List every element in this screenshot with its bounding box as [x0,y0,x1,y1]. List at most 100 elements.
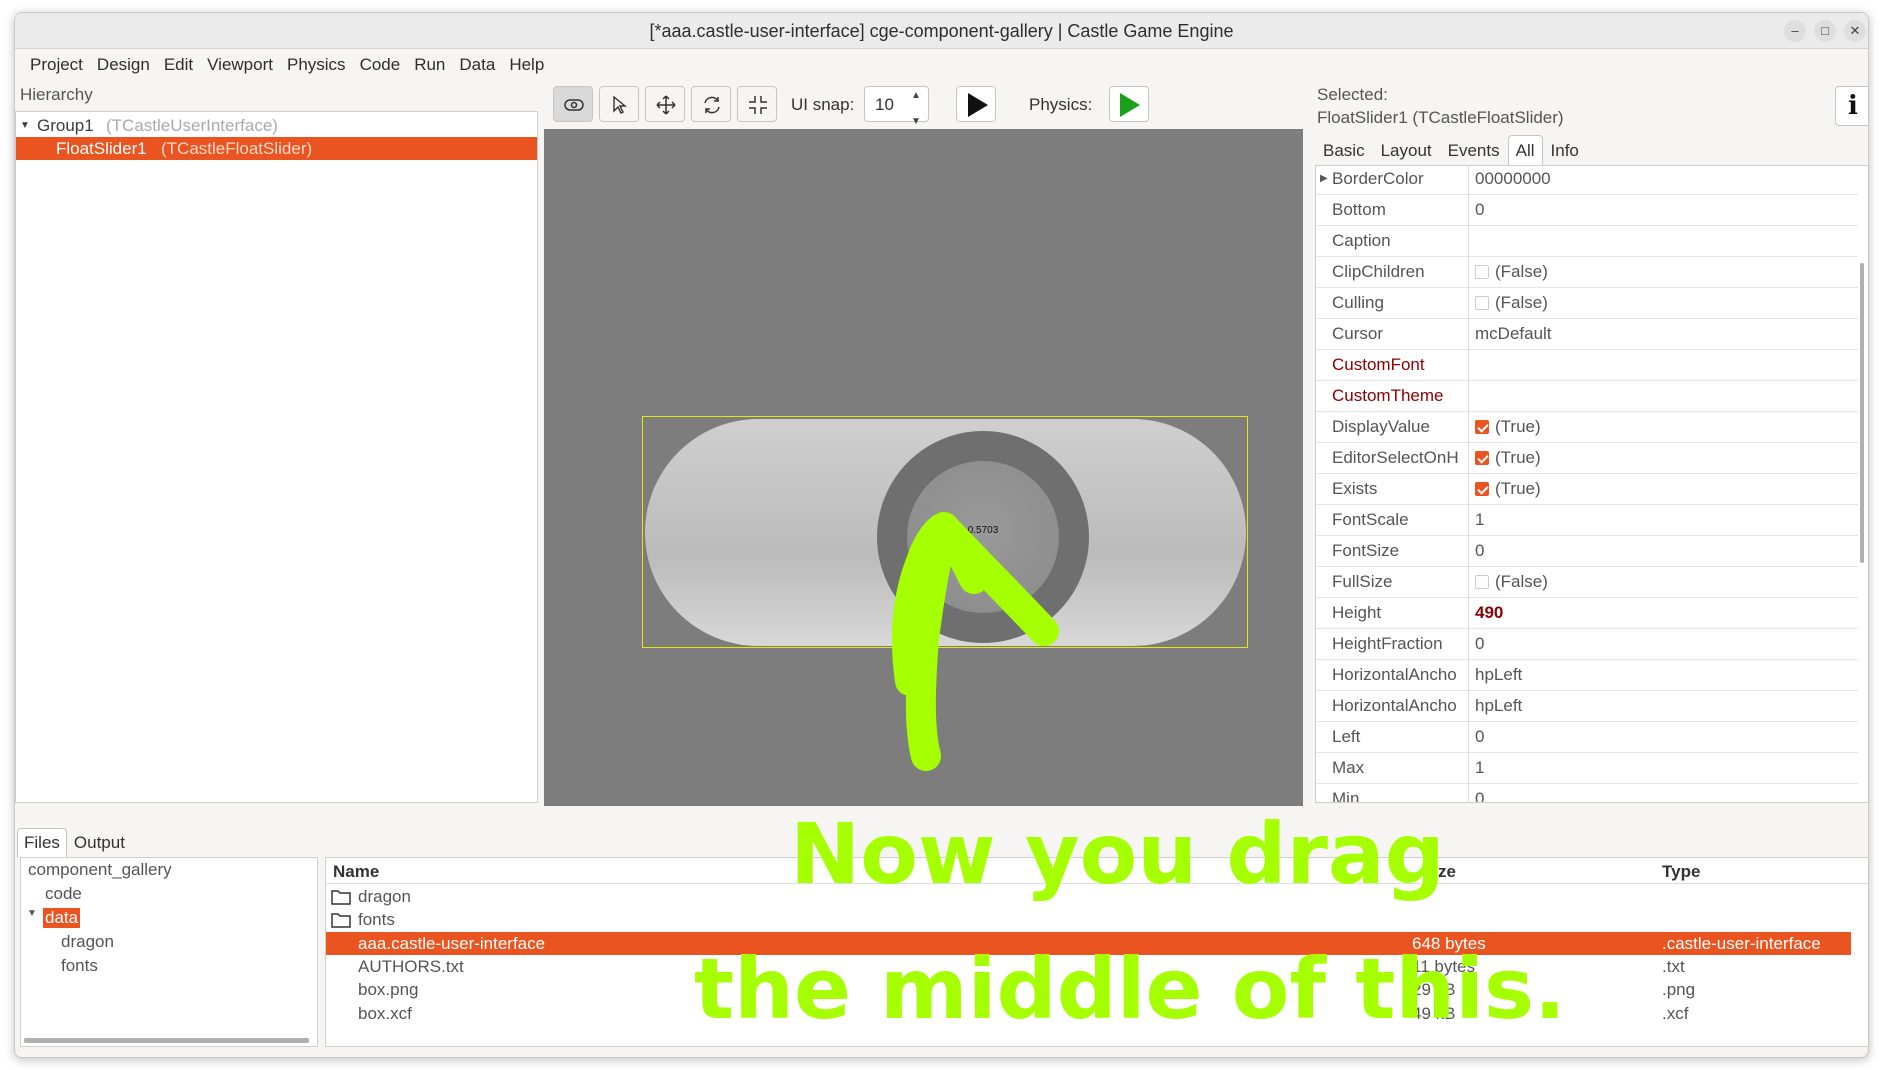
menu-run[interactable]: Run [407,50,452,80]
dir-item-code[interactable]: code [45,884,82,904]
menu-code[interactable]: Code [353,50,408,80]
physics-play-button[interactable] [1109,86,1149,122]
property-value[interactable]: 0 [1475,536,1484,566]
property-row[interactable]: FontScale 1 [1316,505,1858,536]
property-row[interactable]: CustomTheme [1316,381,1858,412]
property-value-text: hpLeft [1475,696,1523,715]
expand-arrow-icon[interactable]: ▼ [27,908,37,919]
column-divider [1468,629,1469,660]
tab-basic[interactable]: Basic [1315,135,1373,165]
translate-icon [656,95,676,115]
info-button[interactable]: i [1835,86,1868,126]
property-row[interactable]: DisplayValue (True) [1316,412,1858,443]
menu-data[interactable]: Data [452,50,502,80]
bottom-tabs: Files Output [17,828,132,858]
property-value[interactable]: 1 [1475,753,1484,783]
property-value[interactable]: 1 [1475,505,1484,535]
property-value[interactable]: (True) [1475,412,1541,442]
column-name[interactable]: Name [333,862,379,882]
file-row[interactable]: fonts [326,908,1851,931]
dir-item-fonts[interactable]: fonts [61,956,98,976]
property-value[interactable]: hpLeft [1475,660,1522,690]
property-value-text: 0 [1475,634,1485,653]
property-row[interactable]: Caption [1316,226,1858,257]
dir-item-component-gallery[interactable]: component_gallery [28,860,172,880]
property-row[interactable]: Cursor mcDefault [1316,319,1858,350]
dir-item-data[interactable]: data [43,908,81,928]
rotate-mode-button[interactable] [691,86,731,122]
property-row[interactable]: Min 0 [1316,784,1858,802]
scale-mode-button[interactable] [737,86,777,122]
property-row[interactable]: HorizontalAncho hpLeft [1316,691,1858,722]
property-value[interactable]: (True) [1475,474,1541,504]
expand-arrow-icon[interactable]: ▶ [1320,166,1328,194]
property-value[interactable]: (False) [1475,288,1548,318]
play-button[interactable] [956,86,996,122]
tab-files[interactable]: Files [17,828,67,858]
property-row[interactable]: Left 0 [1316,722,1858,753]
design-viewport[interactable]: 0.5703 [544,129,1303,806]
property-value[interactable]: (False) [1475,567,1548,597]
property-value[interactable]: mcDefault [1475,319,1552,349]
property-value[interactable]: (True) [1475,443,1541,473]
column-type[interactable]: Type [1662,862,1700,882]
property-value[interactable]: 0 [1475,722,1484,752]
property-row[interactable]: Max 1 [1316,753,1858,784]
property-row[interactable]: Bottom 0 [1316,195,1858,226]
checkbox[interactable] [1475,575,1489,589]
checkbox[interactable] [1475,265,1489,279]
checkbox[interactable] [1475,420,1489,434]
menu-physics[interactable]: Physics [280,50,353,80]
window-title: [*aaa.castle-user-interface] cge-compone… [649,21,1234,41]
property-row[interactable]: HorizontalAncho hpLeft [1316,660,1858,691]
file-name: box.xcf [358,1003,412,1023]
checkbox[interactable] [1475,451,1489,465]
property-row[interactable]: ▶ BorderColor 00000000 [1316,166,1858,195]
tab-layout[interactable]: Layout [1373,135,1440,165]
property-row[interactable]: Culling (False) [1316,288,1858,319]
ui-snap-stepper[interactable]: ▲ ▼ [911,89,921,128]
file-name: aaa.castle-user-interface [358,933,546,953]
property-row[interactable]: FullSize (False) [1316,567,1858,598]
property-row[interactable]: CustomFont [1316,350,1858,381]
property-value[interactable]: 0 [1475,784,1484,802]
tab-all[interactable]: All [1507,135,1543,165]
tree-item-group1[interactable]: ▼ Group1 (TCastleUserInterface) [16,114,537,137]
property-name: HorizontalAncho [1332,696,1457,715]
checkbox[interactable] [1475,296,1489,310]
translate-mode-button[interactable] [645,86,685,122]
property-row[interactable]: FontSize 0 [1316,536,1858,567]
maximize-button[interactable]: □ [1814,20,1836,42]
menu-edit[interactable]: Edit [157,50,200,80]
property-value[interactable]: 0 [1475,629,1484,659]
directory-scrollbar[interactable] [24,1038,309,1043]
menu-project[interactable]: Project [23,50,90,80]
tab-output[interactable]: Output [67,828,132,858]
dir-item-dragon[interactable]: dragon [61,932,114,952]
property-grid-scrollbar[interactable] [1860,263,1864,563]
property-name: Max [1332,758,1365,777]
select-mode-button[interactable] [599,86,639,122]
property-row[interactable]: Height 490 [1316,598,1858,629]
tree-item-floatslider1[interactable]: FloatSlider1 (TCastleFloatSlider) [16,137,537,160]
collapse-arrow-icon[interactable]: ▼ [20,114,30,137]
interact-mode-button[interactable] [553,86,593,122]
checkbox[interactable] [1475,482,1489,496]
property-row[interactable]: HeightFraction 0 [1316,629,1858,660]
close-button[interactable]: ✕ [1844,20,1866,42]
tab-info[interactable]: Info [1543,135,1587,165]
property-row[interactable]: EditorSelectOnH (True) [1316,443,1858,474]
property-value-text: 1 [1475,758,1485,777]
property-value[interactable]: 490 [1475,598,1503,628]
tab-events[interactable]: Events [1440,135,1508,165]
minimize-button[interactable]: – [1784,20,1806,42]
menu-viewport[interactable]: Viewport [200,50,280,80]
property-value[interactable]: 0 [1475,195,1484,225]
menu-help[interactable]: Help [502,50,551,80]
property-value[interactable]: (False) [1475,257,1548,287]
property-value[interactable]: hpLeft [1475,691,1522,721]
property-row[interactable]: Exists (True) [1316,474,1858,505]
menu-design[interactable]: Design [90,50,157,80]
property-row[interactable]: ClipChildren (False) [1316,257,1858,288]
property-value[interactable]: 00000000 [1475,166,1551,194]
